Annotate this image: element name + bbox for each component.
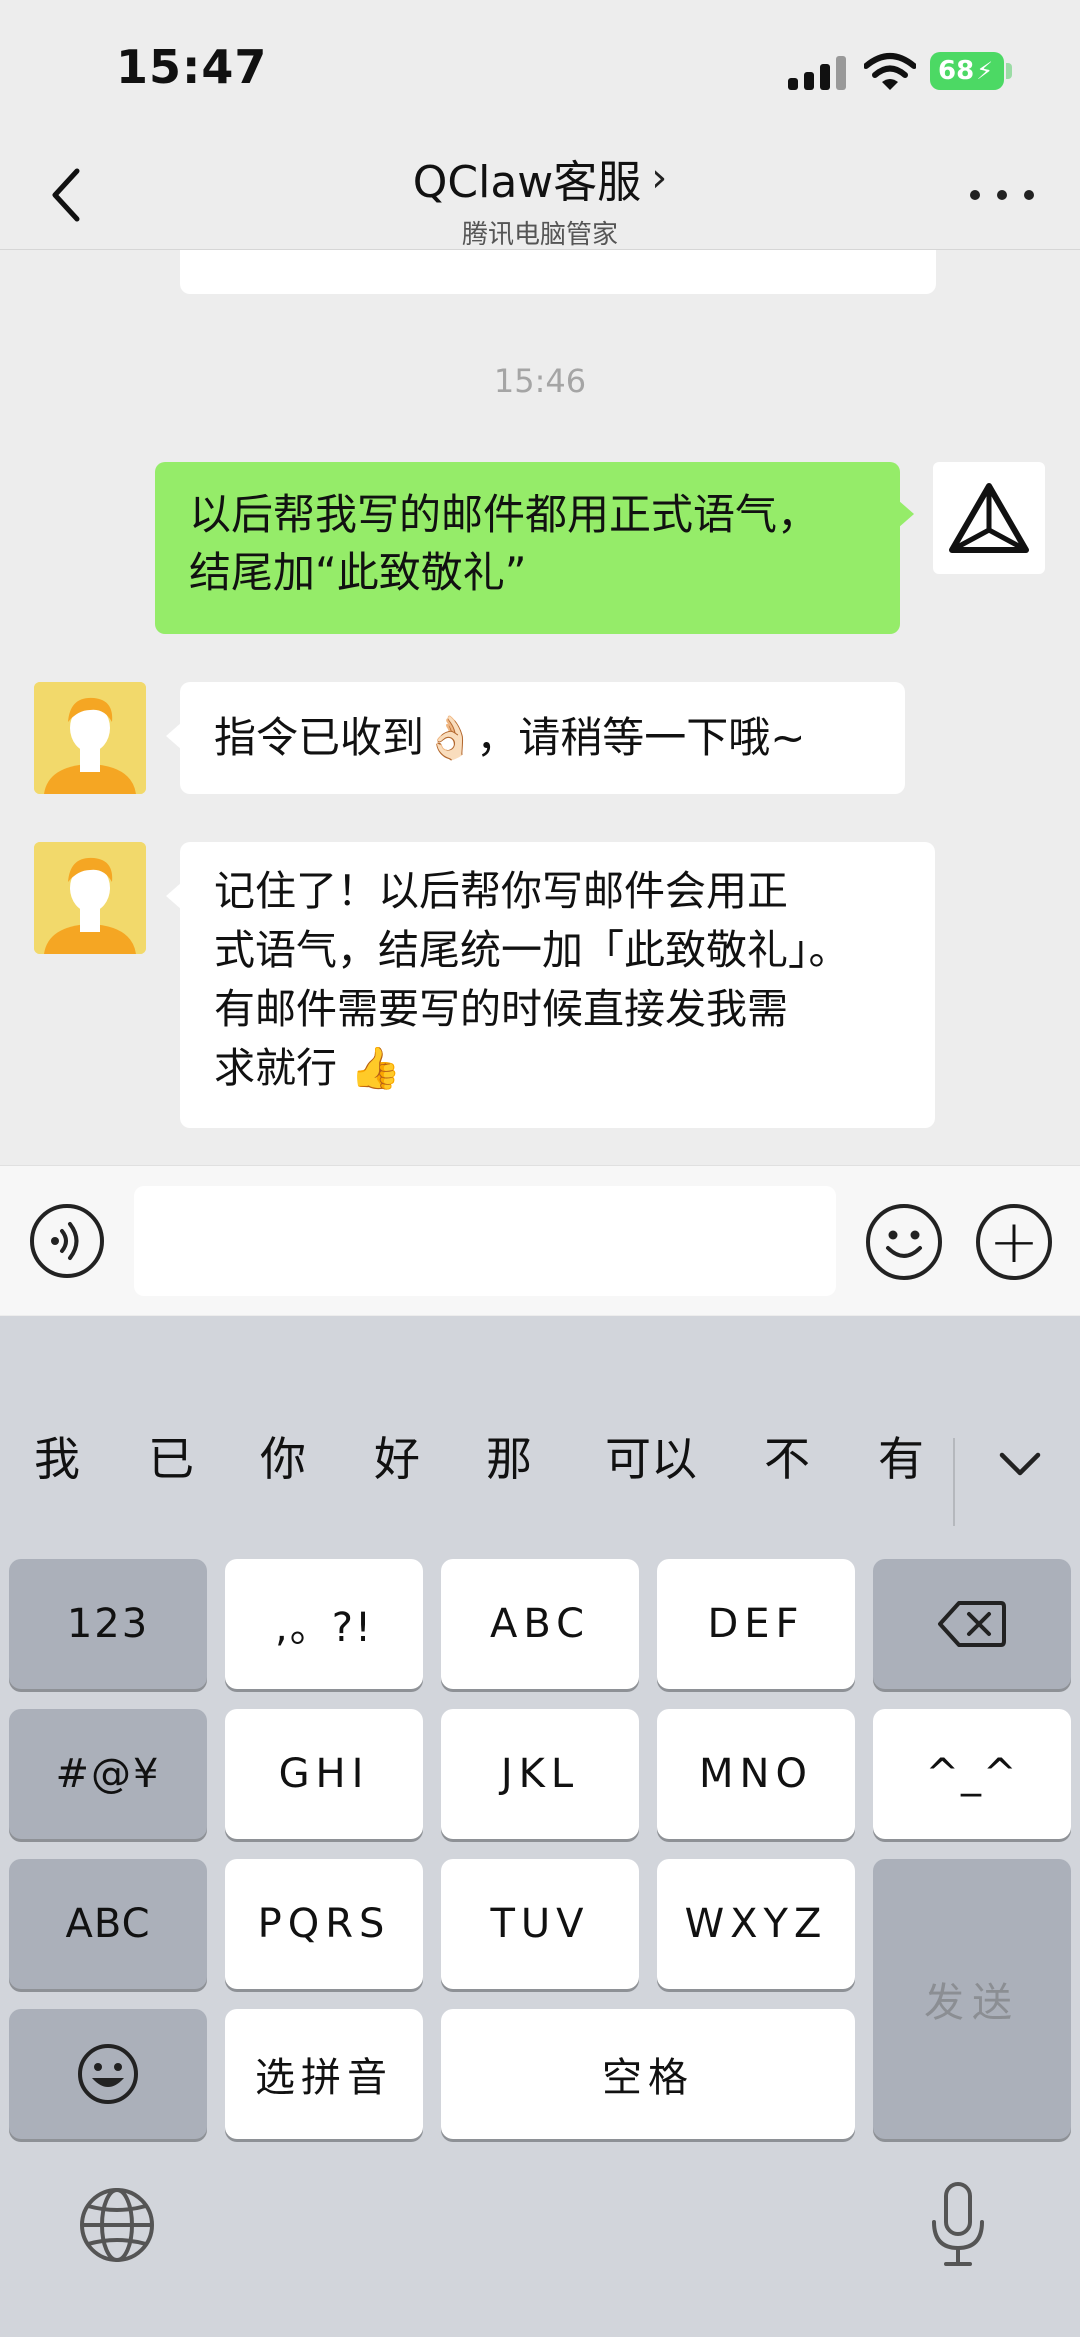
wifi-icon (864, 53, 916, 90)
symbols-key[interactable]: #@¥ (9, 1709, 207, 1839)
message-input-bar: + (0, 1165, 1080, 1315)
smiley-icon (886, 1230, 922, 1258)
my-avatar[interactable] (933, 462, 1045, 574)
status-bar: 15:47 68 ⚡ (0, 0, 1080, 140)
chat-header[interactable]: QClaw客服 › 腾讯电脑管家 (0, 146, 1080, 251)
punctuation-key[interactable]: ,。?! (225, 1559, 423, 1689)
incoming-message-bubble[interactable]: 记住了！以后帮你写邮件会用正 式语气，结尾统一加「此致敬礼」。 有邮件需要写的时… (166, 842, 935, 1128)
bot-avatar-icon (34, 682, 146, 794)
pinyin-select-key[interactable]: 选拼音 (225, 2009, 423, 2139)
cellular-signal-icon (788, 56, 846, 90)
candidate-divider (953, 1438, 955, 1526)
more-options-button[interactable] (970, 178, 1034, 212)
more-dot-icon (997, 190, 1007, 200)
message-input[interactable] (134, 1186, 836, 1296)
chat-title[interactable]: QClaw客服 › (413, 146, 668, 210)
triangle-logo-icon (949, 483, 1029, 553)
incoming-message-bubble[interactable]: 指令已收到👌🏻，请稍等一下哦~ (166, 682, 905, 794)
previous-message-bubble (180, 250, 936, 294)
charging-bolt-icon: ⚡ (976, 57, 994, 85)
bot-avatar[interactable] (34, 842, 146, 954)
send-key[interactable]: 发送 (873, 1859, 1071, 2139)
battery-level: 68 (938, 56, 975, 86)
message-line: 结尾加“此致敬礼” (189, 548, 527, 597)
candidate-item[interactable]: 好 (354, 1406, 440, 1506)
def-key[interactable]: DEF (657, 1559, 855, 1689)
message-line: 有邮件需要写的时候直接发我需 (214, 985, 788, 1033)
ime-keyboard: 我 已 你 好 那 可以 不 有 123 ,。?! ABC DEF #@¥ GH… (0, 1316, 1080, 2337)
candidate-item[interactable]: 我 (14, 1406, 100, 1506)
expand-candidates-button[interactable] (980, 1424, 1060, 1504)
chat-title-text: QClaw客服 (412, 157, 642, 208)
candidate-item[interactable]: 有 (858, 1406, 944, 1506)
message-line: 求就行 👍 (214, 1044, 402, 1092)
bot-avatar[interactable] (34, 682, 146, 794)
bot-avatar-icon (34, 842, 146, 954)
candidate-bar: 我 已 你 好 那 可以 不 有 (0, 1406, 1080, 1506)
battery-icon: 68 ⚡ (930, 52, 1004, 90)
message-line: 记住了！以后帮你写邮件会用正 (214, 867, 788, 915)
outgoing-message-bubble[interactable]: 以后帮我写的邮件都用正式语气， 结尾加“此致敬礼” (155, 462, 914, 634)
ghi-key[interactable]: GHI (225, 1709, 423, 1839)
backspace-icon (938, 1601, 1006, 1647)
nav-bar: QClaw客服 › 腾讯电脑管家 (0, 140, 1080, 250)
chat-subtitle: 腾讯电脑管家 (461, 220, 618, 250)
voice-mode-button[interactable] (30, 1204, 104, 1278)
chat-area[interactable]: 15:46 以后帮我写的邮件都用正式语气， 结尾加“此致敬礼” 指令已收到👌🏻，… (0, 250, 1080, 1165)
message-line: 指令已收到👌🏻，请稍等一下哦~ (214, 713, 806, 762)
candidate-item[interactable]: 不 (744, 1406, 830, 1506)
message-timestamp: 15:46 (493, 362, 587, 400)
plus-icon: + (988, 1207, 1040, 1277)
more-dot-icon (1024, 190, 1034, 200)
candidate-item[interactable]: 那 (466, 1406, 552, 1506)
message-line: 式语气，结尾统一加「此致敬礼」。 (214, 926, 850, 974)
abc-key[interactable]: ABC (441, 1559, 639, 1689)
kaomoji-key[interactable]: ^_^ (873, 1709, 1071, 1839)
emoji-key[interactable] (9, 2009, 207, 2139)
wxyz-key[interactable]: WXYZ (657, 1859, 855, 1989)
status-time: 15:47 (116, 40, 268, 94)
abc-mode-key[interactable]: ABC (9, 1859, 207, 1989)
candidate-item[interactable]: 已 (128, 1406, 214, 1506)
more-features-button[interactable]: + (976, 1204, 1052, 1280)
voice-wave-icon (51, 1222, 79, 1260)
numbers-key[interactable]: 123 (9, 1559, 207, 1689)
pqrs-key[interactable]: PQRS (225, 1859, 423, 1989)
smiley-icon (78, 2044, 138, 2104)
space-key[interactable]: 空格 (441, 2009, 855, 2139)
candidate-item[interactable]: 可以 (586, 1406, 716, 1506)
candidate-item[interactable]: 你 (240, 1406, 326, 1506)
chevron-right-icon: › (651, 155, 668, 201)
chevron-down-icon (999, 1452, 1041, 1476)
tuv-key[interactable]: TUV (441, 1859, 639, 1989)
dictation-microphone-icon[interactable] (930, 2182, 986, 2268)
more-dot-icon (970, 190, 980, 200)
mno-key[interactable]: MNO (657, 1709, 855, 1839)
globe-icon[interactable] (78, 2186, 156, 2264)
emoji-button[interactable] (866, 1204, 942, 1280)
backspace-key[interactable] (873, 1559, 1071, 1689)
message-line: 以后帮我写的邮件都用正式语气， (189, 490, 820, 539)
battery-cap (1006, 63, 1012, 79)
jkl-key[interactable]: JKL (441, 1709, 639, 1839)
